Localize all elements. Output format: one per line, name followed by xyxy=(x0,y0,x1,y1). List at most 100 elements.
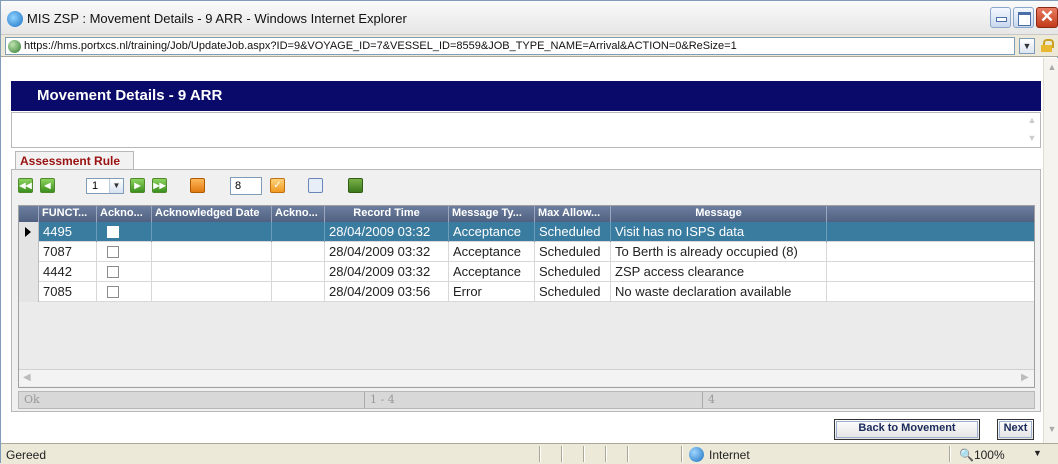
cell-record-time: 28/04/2009 03:32 xyxy=(325,222,449,242)
cell-funct: 4442 xyxy=(39,262,97,282)
cell-acknowledged-by xyxy=(272,262,325,282)
page-header: Movement Details - 9 ARR xyxy=(11,81,1041,111)
info-scroll-up-icon[interactable]: ▲ xyxy=(1026,115,1038,127)
column-header-acknowledged-by[interactable]: Ackno... xyxy=(272,206,325,222)
cell-max-allowed: Scheduled xyxy=(535,242,611,262)
grid-horizontal-scrollbar[interactable]: ◀ ▶ xyxy=(19,369,1034,386)
footer-count: 4 xyxy=(708,393,715,406)
window-title: MIS ZSP : Movement Details - 9 ARR - Win… xyxy=(27,11,407,26)
cell-message-type: Acceptance xyxy=(449,222,535,242)
page-size-input[interactable]: 8 xyxy=(230,177,262,195)
info-box: ▲ ▼ xyxy=(11,112,1041,148)
scroll-up-icon[interactable]: ▲ xyxy=(1046,62,1058,74)
cell-acknowledged xyxy=(97,282,152,302)
cell-acknowledged-date xyxy=(152,262,272,282)
cell-acknowledged-by xyxy=(272,242,325,262)
assessment-panel: ◀◀ ◀ 1 ▼ ▶ ▶▶ 8 ✓ FUNCT... Ackno... Ackn… xyxy=(11,169,1041,412)
lock-icon[interactable] xyxy=(1041,39,1054,52)
next-page-icon[interactable]: ▶ xyxy=(130,178,145,193)
cell-acknowledged-date xyxy=(152,222,272,242)
assessment-grid: FUNCT... Ackno... Acknowledged Date Ackn… xyxy=(18,205,1035,388)
page-title: Movement Details - 9 ARR xyxy=(37,87,223,104)
status-separator xyxy=(583,446,585,462)
cell-record-time: 28/04/2009 03:32 xyxy=(325,262,449,282)
table-row[interactable]: 4495 28/04/2009 03:32 Acceptance Schedul… xyxy=(19,222,1034,242)
cell-record-time: 28/04/2009 03:56 xyxy=(325,282,449,302)
url-text[interactable]: https://hms.portxcs.nl/training/Job/Upda… xyxy=(24,40,737,52)
url-field[interactable]: https://hms.portxcs.nl/training/Job/Upda… xyxy=(5,37,1015,55)
cell-acknowledged-by xyxy=(272,282,325,302)
cell-max-allowed: Scheduled xyxy=(535,282,611,302)
apply-icon[interactable]: ✓ xyxy=(270,178,285,193)
column-header-funct[interactable]: FUNCT... xyxy=(39,206,97,222)
zoom-level[interactable]: 🔍100% xyxy=(959,448,1005,462)
url-dropdown-button[interactable]: ▼ xyxy=(1019,38,1035,54)
next-button[interactable]: Next xyxy=(997,419,1034,440)
table-row[interactable]: 4442 28/04/2009 03:32 Acceptance Schedul… xyxy=(19,262,1034,282)
title-bar: MIS ZSP : Movement Details - 9 ARR - Win… xyxy=(1,1,1058,35)
acknowledged-checkbox[interactable] xyxy=(107,246,119,258)
cell-message: No waste declaration available xyxy=(611,282,827,302)
cell-message: ZSP access clearance xyxy=(611,262,827,282)
close-icon: ✕ xyxy=(1039,7,1055,26)
page-size-value: 8 xyxy=(235,180,242,192)
cell-acknowledged xyxy=(97,222,152,242)
cell-acknowledged xyxy=(97,242,152,262)
zoom-value: 100% xyxy=(973,448,1005,462)
security-zone-label[interactable]: Internet xyxy=(709,448,750,462)
footer-range: 1 - 4 xyxy=(365,392,703,408)
row-header[interactable] xyxy=(19,282,39,302)
cell-message: To Berth is already occupied (8) xyxy=(611,242,827,262)
row-header[interactable] xyxy=(19,242,39,262)
cell-message-type: Error xyxy=(449,282,535,302)
cell-funct: 4495 xyxy=(39,222,97,242)
current-row-pointer-icon xyxy=(25,227,31,237)
page-select[interactable]: 1 ▼ xyxy=(86,178,124,194)
cell-acknowledged-by xyxy=(272,222,325,242)
scroll-right-icon[interactable]: ▶ xyxy=(1021,372,1029,383)
page-select-value: 1 xyxy=(92,180,99,192)
column-header-acknowledged-date[interactable]: Acknowledged Date xyxy=(152,206,272,222)
column-header-message-type[interactable]: Message Ty... xyxy=(449,206,535,222)
tab-assessment-rule[interactable]: Assessment Rule xyxy=(15,151,134,169)
row-header[interactable] xyxy=(19,262,39,282)
tab-label: Assessment Rule xyxy=(20,154,121,168)
table-row[interactable]: 7087 28/04/2009 03:32 Acceptance Schedul… xyxy=(19,242,1034,262)
status-text: Gereed xyxy=(6,448,47,462)
scroll-down-icon[interactable]: ▼ xyxy=(1046,424,1058,436)
status-separator xyxy=(605,446,607,462)
maximize-button[interactable] xyxy=(1013,7,1034,28)
zoom-icon: 🔍 xyxy=(959,448,974,462)
status-separator xyxy=(539,446,541,462)
grid-view-icon[interactable] xyxy=(308,178,323,193)
column-header-max-allowed[interactable]: Max Allow... xyxy=(535,206,611,222)
column-header-message[interactable]: Message xyxy=(611,206,827,222)
acknowledged-checkbox[interactable] xyxy=(107,266,119,278)
column-header-acknowledged[interactable]: Ackno... xyxy=(97,206,152,222)
save-icon[interactable] xyxy=(348,178,363,193)
row-header[interactable] xyxy=(19,222,39,242)
address-bar: https://hms.portxcs.nl/training/Job/Upda… xyxy=(1,35,1058,57)
cell-message: Visit has no ISPS data xyxy=(611,222,827,242)
scroll-left-icon[interactable]: ◀ xyxy=(23,372,31,383)
previous-page-icon[interactable]: ◀ xyxy=(40,178,55,193)
refresh-icon[interactable] xyxy=(190,178,205,193)
chevron-down-icon[interactable]: ▼ xyxy=(109,179,123,193)
back-to-movement-button[interactable]: Back to Movement xyxy=(834,419,980,440)
info-scroll-down-icon[interactable]: ▼ xyxy=(1026,133,1038,145)
acknowledged-checkbox[interactable] xyxy=(107,226,119,238)
cell-acknowledged-date xyxy=(152,242,272,262)
page-icon xyxy=(8,40,21,53)
grid-header: FUNCT... Ackno... Acknowledged Date Ackn… xyxy=(19,206,1034,222)
first-page-icon[interactable]: ◀◀ xyxy=(18,178,33,193)
status-separator xyxy=(561,446,563,462)
page-vertical-scrollbar[interactable]: ▲ ▼ xyxy=(1043,58,1058,443)
column-header-record-time[interactable]: Record Time xyxy=(325,206,449,222)
acknowledged-checkbox[interactable] xyxy=(107,286,119,298)
close-button[interactable]: ✕ xyxy=(1036,7,1058,28)
cell-record-time: 28/04/2009 03:32 xyxy=(325,242,449,262)
last-page-icon[interactable]: ▶▶ xyxy=(152,178,167,193)
table-row[interactable]: 7085 28/04/2009 03:56 Error Scheduled No… xyxy=(19,282,1034,302)
minimize-button[interactable] xyxy=(990,7,1011,28)
zoom-dropdown-icon[interactable]: ▼ xyxy=(1033,448,1042,458)
